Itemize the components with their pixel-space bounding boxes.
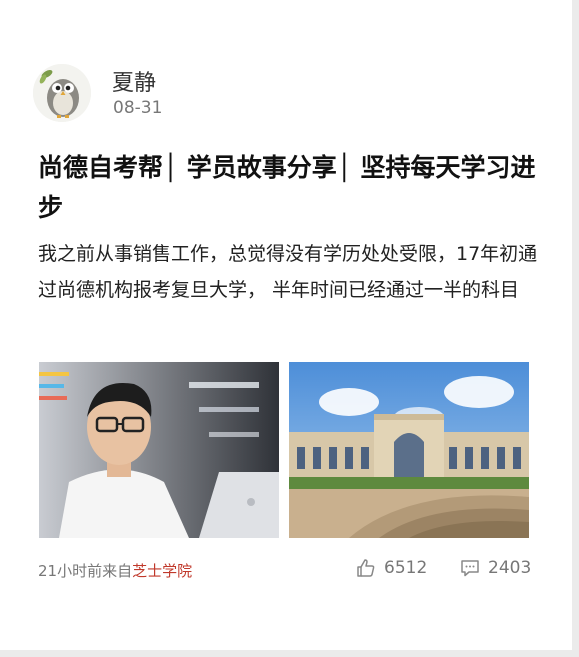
post-card[interactable]: 夏静 08-31 尚德自考帮│ 学员故事分享│ 坚持每天学习进步 我之前从事销售…	[0, 0, 572, 650]
post-body[interactable]: 我之前从事销售工作，总觉得没有学历处处受限，17年初通过尚德机构报考复旦大学， …	[38, 236, 538, 308]
author-name[interactable]: 夏静	[112, 65, 156, 97]
post-date: 08-31	[113, 98, 163, 118]
post-time: 21小时前来自	[38, 562, 133, 580]
like-button[interactable]: 6512	[356, 558, 427, 578]
post-title[interactable]: 尚德自考帮│ 学员故事分享│ 坚持每天学习进步	[38, 148, 538, 228]
author-avatar[interactable]	[33, 64, 91, 122]
source-link[interactable]: 芝士学院	[132, 562, 192, 580]
owl-avatar-icon	[33, 64, 91, 122]
post-image-1[interactable]	[39, 362, 279, 538]
like-count: 6512	[384, 558, 428, 578]
post-meta: 21小时前来自芝士学院	[38, 560, 192, 581]
post-image-2[interactable]	[289, 362, 529, 538]
thumbs-up-icon	[357, 559, 375, 577]
comment-count: 2403	[488, 558, 532, 578]
comment-button[interactable]: 2403	[460, 558, 531, 578]
comment-bubble-icon	[461, 560, 479, 577]
